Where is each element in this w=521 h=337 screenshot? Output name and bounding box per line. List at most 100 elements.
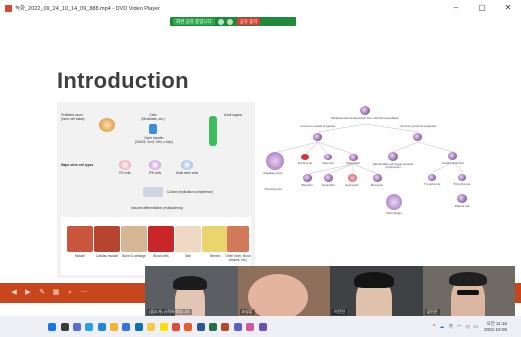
monocyte-node [373,174,382,182]
onedrive-icon[interactable]: ☁ [439,324,444,330]
cells-icon [149,124,157,134]
lymphoid-node [413,133,422,141]
muscle-image [67,226,93,252]
window-titlebar: 녹화_2022_09_24_10_14_09_888.mp4 - DVD Vid… [0,0,521,16]
plasma-cell-label: Plasma cell [454,204,470,208]
fig-gene-transfer: Gene transfer (Oct3/4, Sox2, Klf4, c-Myc… [134,136,174,144]
fig-adult-stem-cells: Adult stem cells [175,171,199,175]
megakaryocyte-label: Megakaryocyte [263,171,283,175]
fig-es-cells: ES cells [119,171,131,175]
participant-name: 이건진 [332,309,348,315]
battery-icon[interactable]: ▭ [473,324,478,330]
office-icon[interactable] [184,322,193,331]
t-cell-label: T lymphocyte [423,182,441,186]
monocyte-label: Monocyte [370,183,384,187]
photos-icon[interactable] [246,322,255,331]
clock-time: 오전 11:16 [486,321,507,327]
start-icon[interactable] [48,322,57,331]
nk-cell-label: Natural killer cell (Large granular lymp… [372,162,414,170]
b-cell-label: B lymphocyte [453,182,471,186]
myeloblast-node [349,154,358,161]
adult-stem-cell-image [181,160,193,170]
fig-cells: Cells (fibroblasts, etc.) [141,113,165,121]
participant-tile[interactable]: (음소거) 시작하겠습니다 [145,266,238,316]
mail-icon[interactable] [134,322,143,331]
wifi-icon[interactable]: ◠ [457,324,461,330]
participant-tile[interactable]: 조성훈 [237,266,330,316]
macrophage-label: Macrophage [386,211,402,215]
tissue-label: Blood cells [153,254,169,258]
stop-share-button[interactable]: 공유 중지 [236,18,261,25]
more-icon[interactable]: ⋯ [80,289,88,297]
fig-fertilized-ovum: Fertilized ovum (inner cell mass) [61,113,85,121]
nerves-image [202,226,228,252]
minimize-button[interactable]: – [443,0,469,16]
myeloid-label: Common myeloid progenitor [300,124,336,128]
app-icon [5,4,12,12]
taskbar-icons [46,322,269,331]
basophil-node [303,174,312,182]
t-cell-node [428,174,436,181]
neutrophil-label: Neutrophil [321,183,335,187]
ips-cell-image [149,160,161,170]
word-icon[interactable] [196,322,205,331]
participant-hair [448,272,487,286]
zoom-icon[interactable]: ⌕ [66,289,74,297]
ovum-image [99,118,115,132]
maximize-button[interactable]: ▢ [469,0,495,16]
explorer-icon[interactable] [110,322,119,331]
participant-name: 조성훈 [239,309,255,315]
folder-icon[interactable] [147,322,156,331]
eosinophil-node [348,174,357,182]
chevron-up-icon[interactable]: ^ [433,324,435,330]
es-cell-image [119,160,131,170]
clock[interactable]: 오전 11:16 2022-10-05 [484,321,507,332]
player-icon[interactable] [258,322,267,331]
teams-icon[interactable] [233,322,242,331]
participant-face [247,274,308,316]
prev-icon[interactable]: ◀ [10,289,18,297]
fig-culture: Culture (replication competence) [167,190,214,194]
widgets-icon[interactable] [85,322,94,331]
excel-icon[interactable] [209,322,218,331]
volume-icon[interactable]: ◁ [465,324,469,330]
participant-tile[interactable]: 이건진 [330,266,423,316]
myeloblast-label: Myeloblast [346,161,360,165]
b-cell-node [458,174,466,181]
small-lymphocyte-label: Small lymphocyte [442,161,464,165]
participant-name: 김민준 [424,309,440,315]
chat-icon[interactable] [72,322,81,331]
bone-image [121,226,147,252]
participant-tile[interactable]: 김민준 [422,266,515,316]
store-icon[interactable] [122,322,131,331]
basophil-label: Basophil [301,183,313,187]
skin-image [175,226,201,252]
recording-topbar: 화면 공유 중입니다 공유 중지 [0,16,521,27]
participant-hair [354,272,394,288]
hematopoiesis-figure: Multipotential hematopoietic stem cell (… [258,102,483,267]
nk-cell-node [388,152,398,161]
ime-indicator[interactable]: 가 [448,323,453,330]
search-icon[interactable] [60,322,69,331]
chrome-icon[interactable] [171,322,180,331]
mast-cell-label: Mast cell [322,161,334,165]
close-button[interactable]: ✕ [495,0,521,16]
pen-icon[interactable]: ✎ [38,289,46,297]
share-pause-icon[interactable] [226,18,233,25]
share-settings-icon[interactable] [217,18,224,25]
thrombocytes-label: Thrombocytes [264,187,282,191]
grid-icon[interactable]: ▦ [52,289,60,297]
window-controls: – ▢ ✕ [443,0,521,16]
next-icon[interactable]: ▶ [24,289,32,297]
neutrophil-node [324,174,333,182]
erythrocyte-node [301,154,309,160]
system-tray: ^ ☁ 가 ◠ ◁ ▭ 오전 11:16 2022-10-05 [431,316,507,337]
participant-tiles: (음소거) 시작하겠습니다 조성훈 이건진 김민준 [145,266,515,316]
participant-name: (음소거) 시작하겠습니다 [147,309,192,315]
powerpoint-icon[interactable] [221,322,230,331]
tissue-label: Muscle [74,254,86,258]
tissue-label: Bone & cartilage [122,254,146,258]
kakaotalk-icon[interactable] [159,322,168,331]
fig-major-types: Major stem cell types [61,163,94,167]
edge-icon[interactable] [97,322,106,331]
